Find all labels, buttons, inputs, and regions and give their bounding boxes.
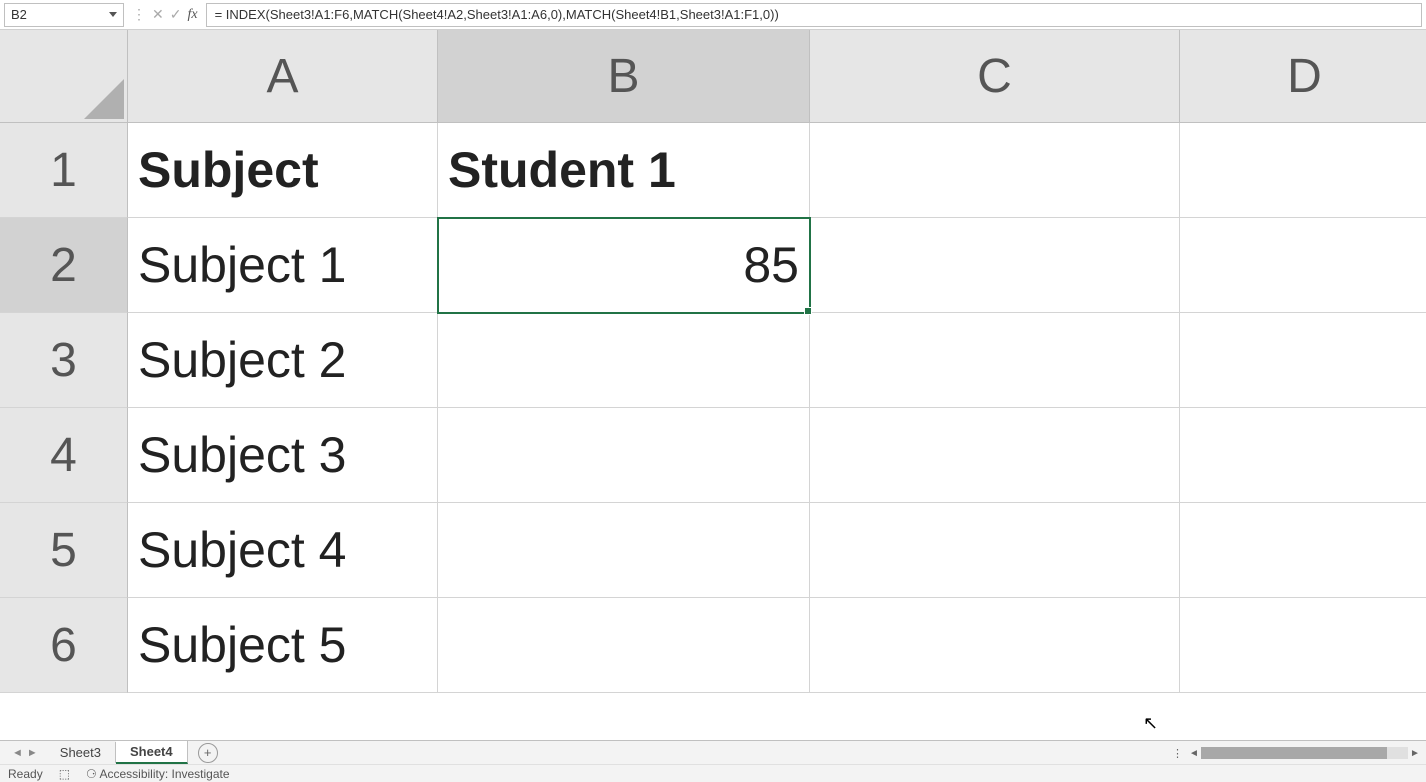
horizontal-scrollbar[interactable]: ⋮ ◄ ► — [1172, 746, 1422, 760]
cell-a2[interactable]: Subject 1 — [128, 218, 438, 313]
hscroll-track[interactable] — [1201, 747, 1408, 759]
hscroll-dots-icon[interactable]: ⋮ — [1172, 747, 1183, 760]
accessibility-icon: ⚆ — [86, 767, 97, 781]
grid-container: A B C D 1 Subject Student 1 2 Subject 1 … — [0, 30, 1426, 740]
cell-b3[interactable] — [438, 313, 810, 408]
cell-b4[interactable] — [438, 408, 810, 503]
cell-c6[interactable] — [810, 598, 1180, 693]
mouse-cursor-icon: ↖ — [1143, 713, 1158, 734]
row-header-1[interactable]: 1 — [0, 123, 128, 218]
name-box-dropdown-icon[interactable] — [109, 12, 117, 17]
cell-a3[interactable]: Subject 2 — [128, 313, 438, 408]
cell-c4[interactable] — [810, 408, 1180, 503]
row-header-5[interactable]: 5 — [0, 503, 128, 598]
hscroll-left-icon[interactable]: ◄ — [1187, 748, 1201, 759]
row-header-6[interactable]: 6 — [0, 598, 128, 693]
row-header-4[interactable]: 4 — [0, 408, 128, 503]
vertical-dots-icon[interactable]: ⋮ — [132, 6, 146, 23]
cell-a4[interactable]: Subject 3 — [128, 408, 438, 503]
sheet-tab-bar: ◄ ► Sheet3 Sheet4 + ⋮ ◄ ► — [0, 740, 1426, 764]
spreadsheet-grid: A B C D 1 Subject Student 1 2 Subject 1 … — [0, 30, 1426, 693]
cancel-icon[interactable]: ✕ — [152, 6, 164, 23]
status-accessibility[interactable]: ⚆ Accessibility: Investigate — [86, 767, 230, 781]
select-all-corner[interactable] — [0, 30, 128, 123]
cell-a5[interactable]: Subject 4 — [128, 503, 438, 598]
formula-input[interactable]: = INDEX(Sheet3!A1:F6,MATCH(Sheet4!A2,She… — [206, 3, 1422, 27]
status-bar: Ready ⬚ ⚆ Accessibility: Investigate — [0, 764, 1426, 782]
col-header-b[interactable]: B — [438, 30, 810, 123]
cell-c3[interactable] — [810, 313, 1180, 408]
cell-d1[interactable] — [1180, 123, 1426, 218]
tab-nav-next-icon[interactable]: ► — [27, 747, 38, 759]
row-header-2[interactable]: 2 — [0, 218, 128, 313]
cell-b5[interactable] — [438, 503, 810, 598]
cell-d4[interactable] — [1180, 408, 1426, 503]
cell-c1[interactable] — [810, 123, 1180, 218]
macro-record-icon[interactable]: ⬚ — [59, 767, 70, 781]
cell-c2[interactable] — [810, 218, 1180, 313]
tab-nav-prev-icon[interactable]: ◄ — [12, 747, 23, 759]
cell-c5[interactable] — [810, 503, 1180, 598]
col-header-d[interactable]: D — [1180, 30, 1426, 123]
cell-b2[interactable]: 85 — [438, 218, 810, 313]
sheet-tab-sheet4[interactable]: Sheet4 — [116, 741, 188, 764]
status-ready: Ready — [8, 767, 43, 781]
cell-b1[interactable]: Student 1 — [438, 123, 810, 218]
cell-a6[interactable]: Subject 5 — [128, 598, 438, 693]
formula-text: = INDEX(Sheet3!A1:F6,MATCH(Sheet4!A2,She… — [215, 7, 779, 22]
tab-nav-buttons: ◄ ► — [4, 747, 46, 759]
cell-d5[interactable] — [1180, 503, 1426, 598]
check-icon[interactable]: ✓ — [170, 6, 182, 23]
cell-d3[interactable] — [1180, 313, 1426, 408]
cell-b6[interactable] — [438, 598, 810, 693]
sheet-tab-sheet3[interactable]: Sheet3 — [46, 742, 116, 763]
col-header-c[interactable]: C — [810, 30, 1180, 123]
cell-a1[interactable]: Subject — [128, 123, 438, 218]
cell-d6[interactable] — [1180, 598, 1426, 693]
col-header-a[interactable]: A — [128, 30, 438, 123]
hscroll-right-icon[interactable]: ► — [1408, 748, 1422, 759]
add-sheet-button[interactable]: + — [198, 743, 218, 763]
name-box[interactable]: B2 — [4, 3, 124, 27]
formula-icons: ⋮ ✕ ✓ fx — [124, 6, 206, 23]
row-header-3[interactable]: 3 — [0, 313, 128, 408]
formula-bar: B2 ⋮ ✕ ✓ fx = INDEX(Sheet3!A1:F6,MATCH(S… — [0, 0, 1426, 30]
cell-d2[interactable] — [1180, 218, 1426, 313]
fx-icon[interactable]: fx — [187, 7, 197, 23]
hscroll-thumb[interactable] — [1201, 747, 1387, 759]
accessibility-label: Accessibility: Investigate — [99, 767, 229, 781]
name-box-value: B2 — [11, 7, 27, 22]
